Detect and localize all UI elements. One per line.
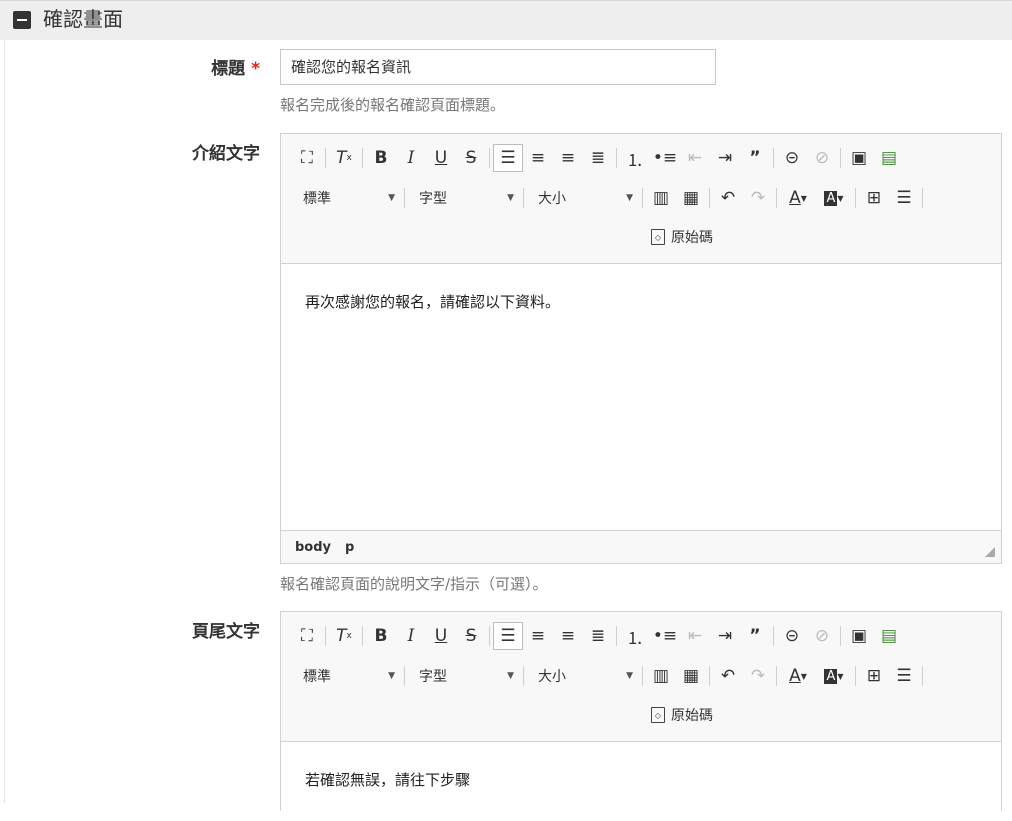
horizontal-rule-icon[interactable]: ☰ xyxy=(889,184,919,212)
background-color-icon[interactable]: A ▼ xyxy=(816,662,852,690)
intro-help: 報名確認頁面的說明文字/指示（可選）。 xyxy=(280,575,548,593)
paste-text-icon[interactable]: ▦ xyxy=(676,662,706,690)
paste-word-icon[interactable]: ▥ xyxy=(646,184,676,212)
element-path: body p xyxy=(281,530,1001,563)
bold-icon[interactable]: B xyxy=(366,144,396,172)
italic-icon[interactable]: I xyxy=(396,144,426,172)
font-select[interactable]: 字型 ▼ xyxy=(408,662,520,690)
maximize-icon[interactable]: ⛶ xyxy=(292,144,322,172)
title-help: 報名完成後的報名確認頁面標題。 xyxy=(280,96,506,114)
align-justify-icon[interactable]: ≣ xyxy=(583,144,613,172)
resize-handle-icon[interactable] xyxy=(985,547,995,557)
toolbar-row-2: 標準 ▼ 字型 ▼ 大小 ▼ ▥ ▦ ↶ ↷ A ▼ A ▼ ⊞ ☰ xyxy=(281,183,926,213)
source-button[interactable]: ◇ 原始碼 xyxy=(651,223,713,251)
numbered-list-icon[interactable]: ⒈ xyxy=(620,144,650,172)
redo-icon[interactable]: ↷ xyxy=(743,662,773,690)
table-icon[interactable]: ⊞ xyxy=(859,184,889,212)
blockquote-icon[interactable]: ” xyxy=(740,622,770,650)
horizontal-rule-icon[interactable]: ☰ xyxy=(889,662,919,690)
path-body[interactable]: body xyxy=(295,540,331,555)
align-center-icon[interactable]: ≡ xyxy=(523,622,553,650)
undo-icon[interactable]: ↶ xyxy=(713,662,743,690)
toolbar-row-2: 標準 ▼ 字型 ▼ 大小 ▼ ▥ ▦ ↶ ↷ A ▼ A ▼ ⊞ ☰ xyxy=(281,661,926,691)
chevron-down-icon: ▼ xyxy=(507,193,514,203)
font-select[interactable]: 字型 ▼ xyxy=(408,184,520,212)
background-color-icon[interactable]: A ▼ xyxy=(816,184,852,212)
remove-format-icon[interactable]: Tx xyxy=(329,622,359,650)
unlink-icon[interactable]: ⊘ xyxy=(807,144,837,172)
link-icon[interactable]: ⊝ xyxy=(777,144,807,172)
section-title: 確認畫面 xyxy=(43,7,123,31)
text-color-icon[interactable]: A ▼ xyxy=(780,184,816,212)
format-select[interactable]: 標準 ▼ xyxy=(281,184,401,212)
bulleted-list-icon[interactable]: •≡ xyxy=(650,622,680,650)
title-input[interactable]: 確認您的報名資訊 xyxy=(280,49,716,85)
remove-format-icon[interactable]: Tx xyxy=(329,144,359,172)
toolbar-row-1: ⛶ Tx B I U S ☰ ≡ ≡ ≣ ⒈ •≡ ⇤ ⇥ ” ⊝ ⊘ ▣ ▤ xyxy=(292,143,904,173)
intro-label: 介紹文字 xyxy=(192,144,260,164)
maximize-icon[interactable]: ⛶ xyxy=(292,622,322,650)
title-label: 標題 * xyxy=(211,59,260,79)
align-left-icon[interactable]: ☰ xyxy=(493,144,523,172)
paste-text-icon[interactable]: ▦ xyxy=(676,184,706,212)
indent-icon[interactable]: ⇥ xyxy=(710,144,740,172)
format-select[interactable]: 標準 ▼ xyxy=(281,662,401,690)
media-icon[interactable]: ▤ xyxy=(874,144,904,172)
align-right-icon[interactable]: ≡ xyxy=(553,144,583,172)
footer-content[interactable]: 若確認無誤，請往下步驟 xyxy=(281,741,1001,821)
intro-content[interactable]: 再次感謝您的報名，請確認以下資料。 xyxy=(281,263,1001,532)
numbered-list-icon[interactable]: ⒈ xyxy=(620,622,650,650)
strikethrough-icon[interactable]: S xyxy=(456,622,486,650)
chevron-down-icon: ▼ xyxy=(388,193,395,203)
chevron-down-icon: ▼ xyxy=(626,671,633,681)
outdent-icon[interactable]: ⇤ xyxy=(680,144,710,172)
redo-icon[interactable]: ↷ xyxy=(743,184,773,212)
image-icon[interactable]: ▣ xyxy=(844,144,874,172)
align-center-icon[interactable]: ≡ xyxy=(523,144,553,172)
intro-editor: ⛶ Tx B I U S ☰ ≡ ≡ ≣ ⒈ •≡ ⇤ ⇥ ” ⊝ ⊘ ▣ ▤ … xyxy=(280,133,1002,564)
link-icon[interactable]: ⊝ xyxy=(777,622,807,650)
toolbar-row-1: ⛶ Tx B I U S ☰ ≡ ≡ ≣ ⒈ •≡ ⇤ ⇥ ” ⊝ ⊘ ▣ ▤ xyxy=(292,621,904,651)
paste-word-icon[interactable]: ▥ xyxy=(646,662,676,690)
align-justify-icon[interactable]: ≣ xyxy=(583,622,613,650)
path-p[interactable]: p xyxy=(345,540,354,555)
undo-icon[interactable]: ↶ xyxy=(713,184,743,212)
underline-icon[interactable]: U xyxy=(426,144,456,172)
blockquote-icon[interactable]: ” xyxy=(740,144,770,172)
size-select[interactable]: 大小 ▼ xyxy=(527,662,639,690)
footer-editor: ⛶ Tx B I U S ☰ ≡ ≡ ≣ ⒈ •≡ ⇤ ⇥ ” ⊝ ⊘ ▣ ▤ … xyxy=(280,611,1002,821)
text-color-icon[interactable]: A ▼ xyxy=(780,662,816,690)
source-icon: ◇ xyxy=(651,707,665,723)
table-icon[interactable]: ⊞ xyxy=(859,662,889,690)
chevron-down-icon: ▼ xyxy=(507,671,514,681)
bold-icon[interactable]: B xyxy=(366,622,396,650)
align-right-icon[interactable]: ≡ xyxy=(553,622,583,650)
chevron-down-icon: ▼ xyxy=(626,193,633,203)
outdent-icon[interactable]: ⇤ xyxy=(680,622,710,650)
strikethrough-icon[interactable]: S xyxy=(456,144,486,172)
required-mark: * xyxy=(251,59,260,79)
source-icon: ◇ xyxy=(651,229,665,245)
bulleted-list-icon[interactable]: •≡ xyxy=(650,144,680,172)
media-icon[interactable]: ▤ xyxy=(874,622,904,650)
underline-icon[interactable]: U xyxy=(426,622,456,650)
unlink-icon[interactable]: ⊘ xyxy=(807,622,837,650)
size-select[interactable]: 大小 ▼ xyxy=(527,184,639,212)
section-header: 確認畫面 xyxy=(0,0,1012,40)
image-icon[interactable]: ▣ xyxy=(844,622,874,650)
footer-label: 頁尾文字 xyxy=(192,622,260,642)
section-border xyxy=(4,40,5,803)
indent-icon[interactable]: ⇥ xyxy=(710,622,740,650)
collapse-icon[interactable] xyxy=(13,11,31,29)
align-left-icon[interactable]: ☰ xyxy=(493,622,523,650)
source-button[interactable]: ◇ 原始碼 xyxy=(651,701,713,729)
chevron-down-icon: ▼ xyxy=(388,671,395,681)
italic-icon[interactable]: I xyxy=(396,622,426,650)
